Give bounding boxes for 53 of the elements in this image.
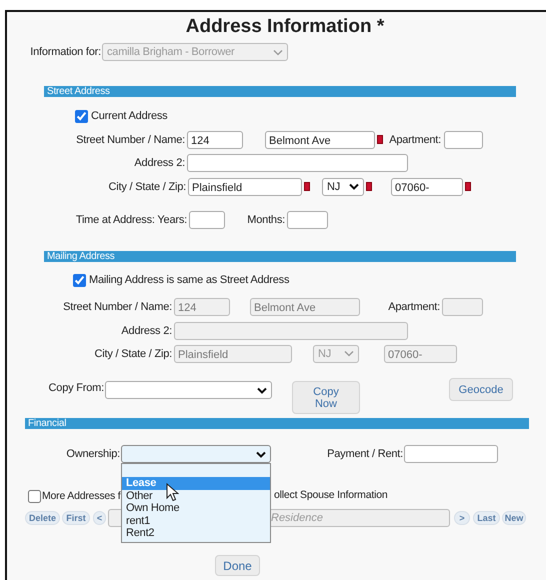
dropdown-option[interactable]: Rent2 — [122, 527, 270, 540]
field-label: Apartment: — [388, 134, 442, 146]
dropdown-option[interactable]: rent1 — [122, 514, 270, 527]
text-field[interactable] — [187, 154, 408, 172]
field-label: Payment / Rent: — [326, 448, 404, 460]
copy-from-select[interactable] — [105, 381, 272, 399]
state-select[interactable]: NJ — [322, 178, 364, 196]
checkbox-label: ollect Spouse Information — [274, 489, 388, 501]
field-label: Street Number / Name: — [62, 300, 173, 312]
text-field[interactable]: 07060- — [391, 178, 463, 196]
nav-button[interactable]: > — [454, 511, 470, 525]
chevron-down-icon — [257, 386, 267, 394]
nav-button[interactable]: Delete — [25, 511, 60, 525]
field-label: Copy From: — [48, 382, 105, 394]
text-field[interactable]: Plainsfield — [188, 178, 302, 196]
chevron-down-icon — [273, 48, 283, 56]
field-label: City / State / Zip: — [93, 348, 173, 360]
nav-button[interactable]: < — [93, 511, 106, 525]
field-label: Address 2: — [133, 156, 186, 168]
field-label: Address 2: — [120, 324, 173, 336]
nav-button[interactable]: Last — [473, 511, 500, 525]
dropdown-option[interactable]: Lease — [122, 477, 270, 490]
done-button[interactable]: Done — [215, 555, 260, 576]
text-field[interactable] — [189, 210, 225, 228]
field-label: Street Number / Name: — [75, 134, 186, 146]
field-label: Information for: — [29, 46, 102, 58]
ownership-select[interactable] — [121, 445, 271, 463]
checkbox-label: Current Address — [91, 110, 168, 122]
text-field[interactable] — [444, 130, 483, 148]
field-label: Time at Address: Years: — [74, 214, 188, 226]
cursor-icon — [166, 483, 179, 502]
section-header: Mailing Address — [44, 251, 516, 262]
checkbox-label: More Addresses f — [42, 490, 121, 502]
nav-button[interactable]: First — [62, 511, 90, 525]
nav-button[interactable]: New — [502, 511, 526, 525]
chevron-down-icon — [344, 350, 354, 357]
field-label: Ownership: — [65, 448, 121, 460]
payment-field[interactable] — [404, 445, 498, 463]
chevron-down-icon — [256, 450, 266, 458]
section-header: Street Address — [44, 86, 516, 97]
page-title: Address Information * — [184, 15, 386, 39]
text-field[interactable]: 124 — [187, 130, 243, 148]
checkbox[interactable] — [75, 110, 88, 122]
dropdown-option[interactable]: Other — [122, 490, 270, 502]
section-header: Financial — [25, 418, 529, 429]
field-label: Months: — [246, 214, 286, 226]
checkbox-label: Mailing Address is same as Street Address — [89, 274, 290, 286]
field-label: City / State / Zip: — [107, 180, 187, 192]
text-field[interactable] — [287, 210, 328, 228]
text-field[interactable]: Belmont Ave — [265, 130, 375, 148]
checkbox[interactable] — [28, 490, 41, 502]
chevron-down-icon — [349, 183, 359, 190]
field-label: Apartment: — [387, 300, 441, 312]
